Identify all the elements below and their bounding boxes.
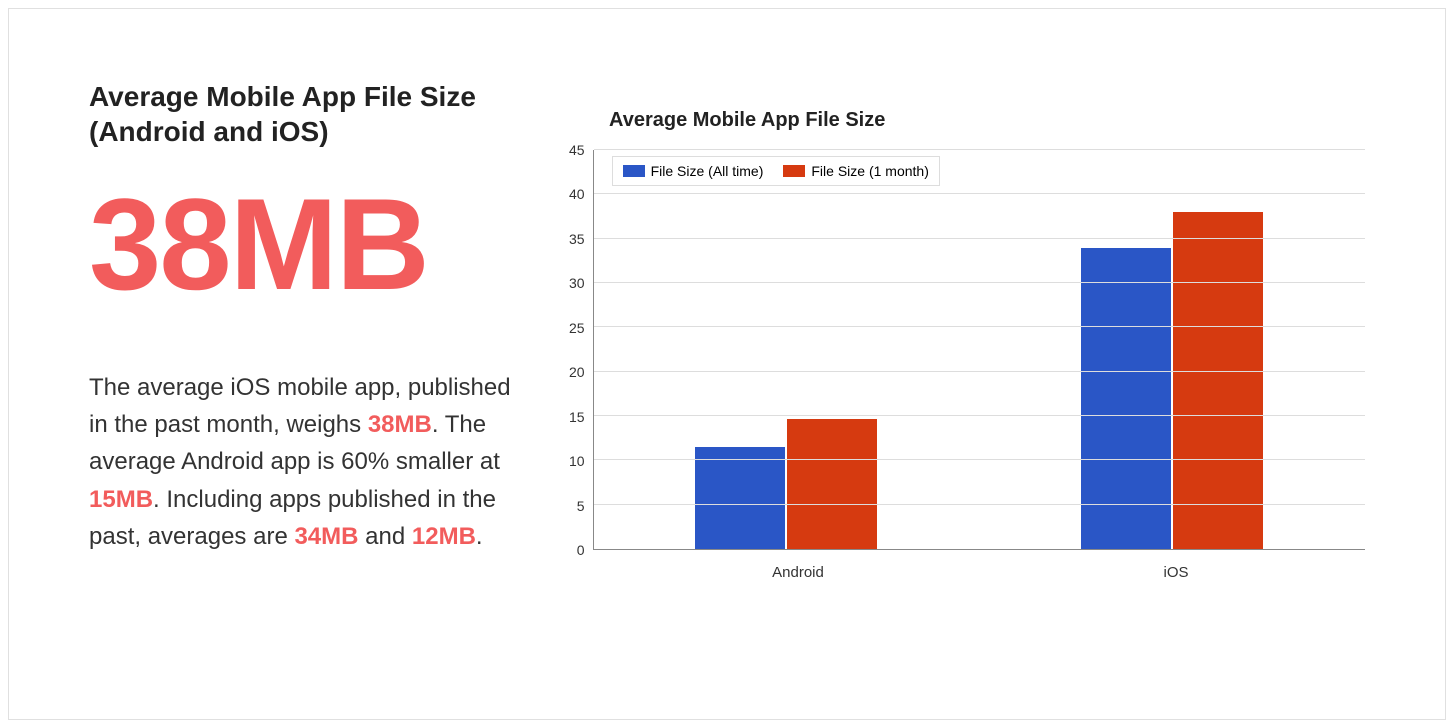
- legend-label: File Size (All time): [651, 163, 764, 179]
- chart-area: 454035302520151050 File Size (All time) …: [569, 150, 1365, 550]
- legend-swatch-red: [783, 165, 805, 177]
- desc-highlight: 15MB: [89, 486, 153, 513]
- legend: File Size (All time) File Size (1 month): [612, 156, 940, 186]
- grid-line: [594, 193, 1365, 194]
- grid-line: [594, 282, 1365, 283]
- chart-panel: Average Mobile App File Size 45403530252…: [569, 79, 1365, 679]
- bars-container: [594, 150, 1365, 549]
- x-tick-label: iOS: [987, 564, 1365, 581]
- desc-highlight: 38MB: [368, 411, 432, 438]
- bar-group: [594, 150, 980, 549]
- desc-highlight: 12MB: [412, 523, 476, 550]
- grid-line: [594, 149, 1365, 150]
- grid-line: [594, 459, 1365, 460]
- headline-number: 38MB: [89, 179, 529, 309]
- legend-item: File Size (All time): [623, 163, 764, 179]
- grid-line: [594, 371, 1365, 372]
- x-axis: AndroidiOS: [609, 564, 1365, 581]
- y-axis: 454035302520151050: [569, 150, 593, 550]
- desc-highlight: 34MB: [294, 523, 358, 550]
- bar-group: [979, 150, 1365, 549]
- bar: [787, 419, 877, 549]
- grid-line: [594, 415, 1365, 416]
- content-frame: Average Mobile App File Size (Android an…: [8, 8, 1446, 720]
- desc-part: and: [358, 523, 411, 550]
- grid-line: [594, 238, 1365, 239]
- grid-line: [594, 326, 1365, 327]
- grid-line: [594, 504, 1365, 505]
- chart-title: Average Mobile App File Size: [569, 109, 1365, 132]
- legend-item: File Size (1 month): [783, 163, 928, 179]
- desc-part: .: [476, 523, 483, 550]
- x-tick-label: Android: [609, 564, 987, 581]
- bar: [695, 447, 785, 549]
- left-panel: Average Mobile App File Size (Android an…: [89, 79, 529, 679]
- bar: [1173, 212, 1263, 549]
- page-title: Average Mobile App File Size (Android an…: [89, 79, 529, 149]
- legend-swatch-blue: [623, 165, 645, 177]
- description-text: The average iOS mobile app, published in…: [89, 369, 529, 555]
- legend-label: File Size (1 month): [811, 163, 928, 179]
- plot-area: File Size (All time) File Size (1 month): [593, 150, 1365, 550]
